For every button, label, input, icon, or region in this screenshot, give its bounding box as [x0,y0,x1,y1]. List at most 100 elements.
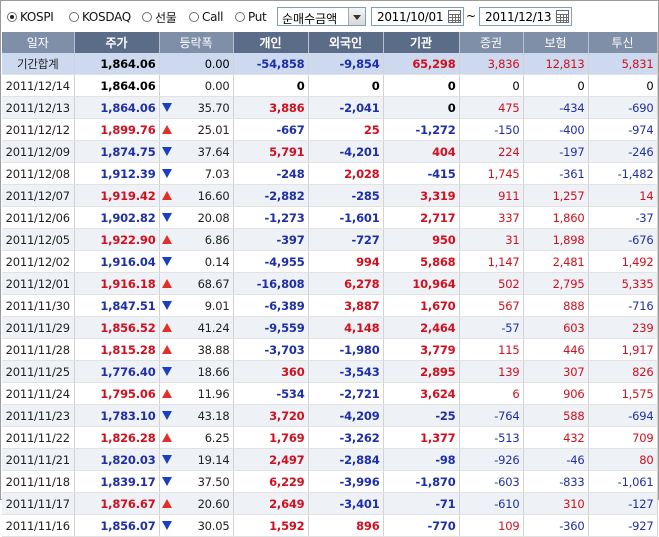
table-row[interactable]: 2011/11/24 1,795.06 11.96 -534 -2,721 3,624 6 9… [2,382,658,405]
radio-kospi[interactable]: KOSPI [7,9,54,25]
cell-date: 2011/11/21 [2,448,75,471]
cell-date: 2011/11/29 [2,316,75,339]
radio-label: Call [202,10,224,24]
date-range-separator: ~ [466,9,477,23]
triangle-down-icon [161,521,172,530]
calendar-icon[interactable] [556,10,569,23]
table-row[interactable]: 2011/12/01 1,916.18 68.67 -16,808 6,278 10,96… [2,272,658,295]
column-header-foreign[interactable]: 외국인 [308,32,384,53]
cell-trust: -974 [588,118,658,141]
cell-foreign: -4,201 [308,140,384,163]
cell-individual: -248 [233,162,309,185]
table-row[interactable]: 2011/11/30 1,847.51 9.01 -6,389 3,887 1,670 56… [2,294,658,317]
chevron-down-icon[interactable] [348,8,365,25]
summary-row[interactable]: 기간합계 1,864.06 0.00 -54,858 -9,854 65,298… [2,53,658,75]
cell-insurance: 603 [523,316,589,339]
column-header-individual[interactable]: 개인 [233,32,309,53]
radio-futures[interactable]: 선물 [142,9,177,25]
cell-insurance: -46 [523,448,589,471]
cell-price: 1,864.06 [74,74,160,97]
column-header-price[interactable]: 주가 [74,32,160,53]
cell-date: 2011/11/17 [2,492,75,515]
triangle-down-icon [161,477,172,486]
cell-trust: -1,482 [588,162,658,185]
cell-trust: -37 [588,206,658,229]
radio-call[interactable]: Call [189,9,224,25]
table-row[interactable]: 2011/12/14 1,864.06 0.00 0 0 0 0 0 0 [2,74,658,97]
cell-insurance: 588 [523,404,589,427]
cell-trust: 709 [588,426,658,449]
cell-foreign: 25 [308,118,384,141]
table-row[interactable]: 2011/12/07 1,919.42 16.60 -2,882 -285 3,319 91… [2,184,658,207]
table-row[interactable]: 2011/11/17 1,876.67 20.60 2,649 -3,401 -71 -61… [2,492,658,515]
radio-kosdaq[interactable]: KOSDAQ [69,9,131,25]
change-value: 20.60 [197,496,230,511]
end-date-field[interactable]: 2011/12/13 [479,7,572,26]
cell-securities: 1,745 [459,162,524,185]
table-row[interactable]: 2011/12/06 1,902.82 20.08 -1,273 -1,601 2,717… [2,206,658,229]
cell-date: 2011/12/09 [2,140,75,163]
table-row[interactable]: 2011/12/13 1,864.06 35.70 3,886 -2,041 0 475 -4… [2,96,658,119]
table-row[interactable]: 2011/12/12 1,899.76 25.01 -667 25 -1,272 -150-… [2,118,658,141]
cell-individual: 0 [233,74,309,97]
cell-foreign: -3,262 [308,426,384,449]
cell-trust: 14 [588,184,658,207]
calendar-icon[interactable] [448,10,461,23]
radio-put[interactable]: Put [235,9,267,25]
column-header-date[interactable]: 일자 [2,32,75,53]
cell-change: 9.01 [159,294,234,317]
cell-foreign: -3,401 [308,492,384,515]
table-row[interactable]: 2011/11/16 1,856.07 30.05 1,592 896 -770 109 -3… [2,514,658,537]
cell-change: 43.18 [159,404,234,427]
cell-date: 2011/12/05 [2,228,75,251]
cell-price: 1,919.42 [74,184,160,207]
start-date-field[interactable]: 2011/10/01 [371,7,464,26]
triangle-down-icon [161,213,172,222]
triangle-down-icon [161,411,172,420]
column-header-insurance[interactable]: 보험 [523,32,589,53]
table-row[interactable]: 2011/11/21 1,820.03 19.14 2,497 -2,884 -98 -92… [2,448,658,471]
triangle-up-icon [161,323,172,332]
cell-foreign: -4,209 [308,404,384,427]
cell-foreign: -1,980 [308,338,384,361]
change-value: 20.08 [197,210,230,225]
cell-trust: 0 [588,74,658,97]
column-header-institution[interactable]: 기관 [383,32,460,53]
cell-price: 1,820.03 [74,448,160,471]
cell-change: 19.14 [159,448,234,471]
table-row[interactable]: 2011/12/05 1,922.90 6.86 -397 -727 950 31 1,898… [2,228,658,251]
change-value: 16.60 [197,188,230,203]
cell-individual: -6,389 [233,294,309,317]
cell-foreign: -2,884 [308,448,384,471]
toolbar: KOSPI KOSDAQ 선물 Call Put 순매수금액 2011/10/0… [1,1,658,32]
table-row[interactable]: 2011/12/09 1,874.75 37.64 5,791 -4,201 404 224… [2,140,658,163]
cell-price: 1,916.04 [74,250,160,273]
cell-securities: 31 [459,228,524,251]
metric-select[interactable]: 순매수금액 [277,7,366,26]
cell-institution: 3,624 [383,382,460,405]
cell-institution: 1,377 [383,426,460,449]
column-header-trust[interactable]: 투신 [588,32,658,53]
column-header-change[interactable]: 등락폭 [159,32,234,53]
cell-trust: -246 [588,140,658,163]
cell-securities: -57 [459,316,524,339]
change-value: 68.67 [197,276,230,291]
column-header-securities[interactable]: 증권 [459,32,524,53]
table-row[interactable]: 2011/11/18 1,839.17 37.50 6,229 -3,996 -1,870… [2,470,658,493]
cell-insurance: 888 [523,294,589,317]
cell-change: 30.05 [159,514,234,537]
table-row[interactable]: 2011/11/29 1,856.52 41.24 -9,559 4,148 2,464-… [2,316,658,339]
table-row[interactable]: 2011/11/22 1,826.28 6.25 1,769 -3,262 1,377 -5… [2,426,658,449]
cell-date: 2011/11/30 [2,294,75,317]
cell-foreign: 994 [308,250,384,273]
table-row[interactable]: 2011/12/02 1,916.04 0.14 -4,955 994 5,868 1,14… [2,250,658,273]
table-row[interactable]: 2011/11/28 1,815.28 38.88 -3,703 -1,980 3,779… [2,338,658,361]
table-row[interactable]: 2011/12/08 1,912.39 7.03 -248 2,028 -415 1,745… [2,162,658,185]
table-row[interactable]: 2011/11/23 1,783.10 43.18 3,720 -4,209 -25 -76… [2,404,658,427]
cell-trust: 5,335 [588,272,658,295]
end-date-value: 2011/12/13 [485,10,552,24]
cell-individual: 2,497 [233,448,309,471]
table-row[interactable]: 2011/11/25 1,776.40 18.66 360 -3,543 2,895 139… [2,360,658,383]
cell-date: 2011/12/01 [2,272,75,295]
cell-institution: 10,964 [383,272,460,295]
